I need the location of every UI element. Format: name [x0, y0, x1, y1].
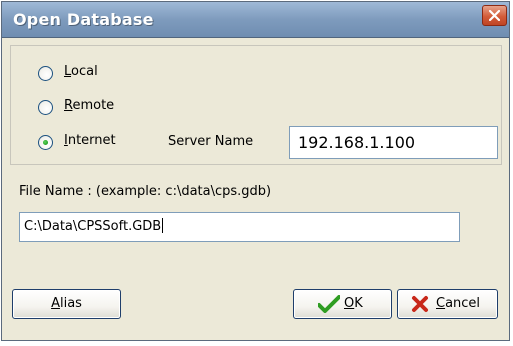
server-name-label: Server Name	[168, 134, 254, 149]
close-icon	[489, 10, 500, 21]
ok-button-label-text: K	[354, 296, 363, 311]
file-name-value: C:\Data\CPSSoft.GDB	[24, 219, 162, 234]
file-name-label-text: File Name : (example: c:\data\cps.gdb)	[19, 184, 272, 199]
title-bar[interactable]: Open Database	[2, 2, 509, 38]
x-icon	[412, 296, 428, 312]
cancel-button-label-text: ancel	[445, 296, 481, 311]
open-database-dialog: Open Database Local Remote Internet Serv…	[1, 1, 510, 341]
server-name-input[interactable]: 192.168.1.100	[289, 126, 498, 159]
radio-local-label-mnemonic: L	[64, 64, 72, 79]
close-button[interactable]	[482, 5, 507, 26]
radio-local-label[interactable]: Local	[64, 64, 98, 79]
radio-remote-label-text: emote	[72, 98, 115, 113]
alias-button-label-text: lias	[59, 296, 82, 311]
radio-remote-label[interactable]: Remote	[64, 98, 114, 113]
dialog-title: Open Database	[13, 10, 154, 29]
cancel-button[interactable]: Cancel	[397, 289, 498, 319]
radio-internet-label-text: nternet	[67, 133, 116, 148]
radio-internet-label[interactable]: Internet	[64, 133, 116, 148]
radio-local-label-text: ocal	[71, 64, 98, 79]
radio-selected-dot	[43, 140, 48, 145]
checkmark-icon	[318, 295, 340, 313]
radio-internet-button[interactable]	[38, 135, 53, 150]
file-name-input[interactable]: C:\Data\CPSSoft.GDB	[19, 212, 460, 242]
ok-button-label-mnemonic: O	[344, 296, 355, 311]
cancel-button-label-mnemonic: C	[436, 296, 446, 311]
cancel-button-label: Cancel	[436, 296, 480, 311]
alias-button[interactable]: Alias	[12, 289, 121, 319]
ok-button[interactable]: OK	[293, 289, 392, 319]
text-caret	[162, 218, 164, 233]
alias-button-label-mnemonic: A	[51, 296, 60, 311]
radio-local-button[interactable]	[38, 66, 53, 81]
radio-remote-button[interactable]	[38, 100, 53, 115]
alias-button-label: Alias	[13, 296, 120, 311]
ok-button-label: OK	[344, 296, 363, 311]
file-name-label: File Name : (example: c:\data\cps.gdb)	[19, 184, 271, 199]
